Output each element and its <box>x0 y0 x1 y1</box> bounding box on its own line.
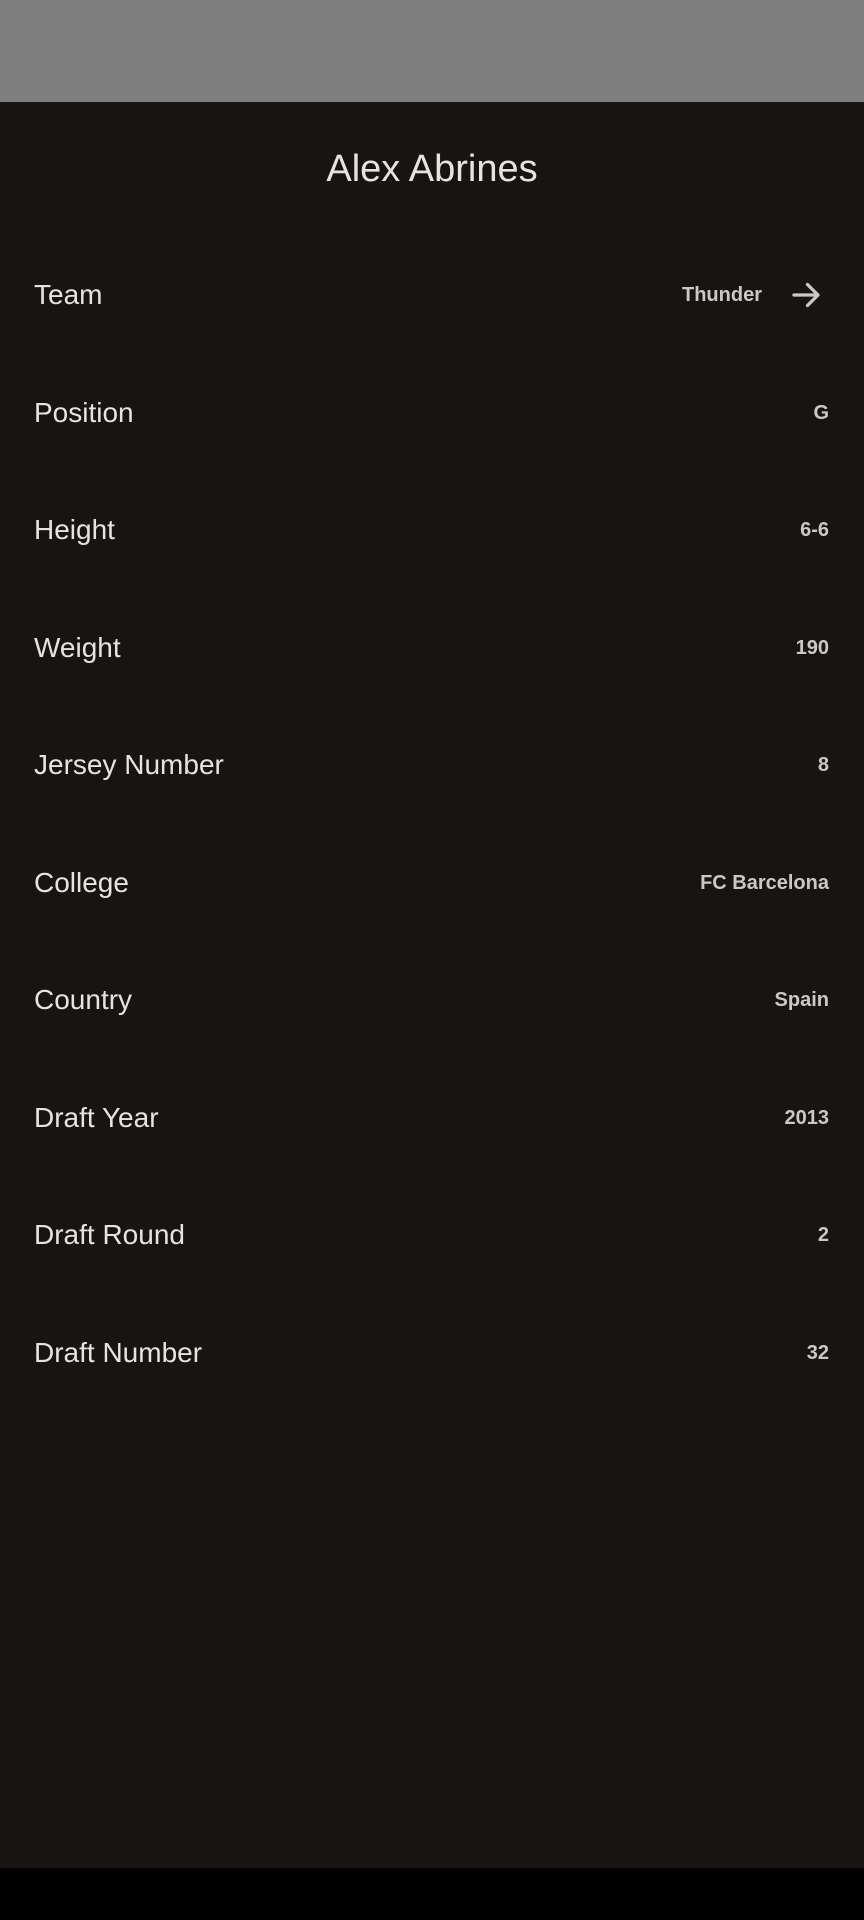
detail-label: Position <box>34 396 134 428</box>
detail-value: G <box>813 401 829 424</box>
player-details-list: Team Thunder Position G Height 6-6 Weigh… <box>0 279 864 1471</box>
navigation-bar <box>0 1868 864 1920</box>
detail-label: College <box>34 866 129 898</box>
detail-label: Jersey Number <box>34 749 224 780</box>
detail-label: Draft Round <box>34 1219 185 1250</box>
detail-label: Country <box>34 984 133 1015</box>
detail-value: 8 <box>817 754 829 776</box>
page-title: Alex Abrines <box>326 148 538 190</box>
detail-row-position: Position G <box>0 397 864 531</box>
detail-row-draft-number: Draft Number 32 <box>0 1337 864 1471</box>
detail-row-height: Height 6-6 <box>0 514 864 648</box>
detail-value: 32 <box>806 1341 829 1364</box>
detail-value: 2 <box>817 1224 829 1246</box>
detail-label: Team <box>34 279 103 310</box>
detail-label: Draft Year <box>34 1101 159 1133</box>
detail-label: Draft Number <box>34 1336 203 1368</box>
arrow-right-icon[interactable] <box>788 277 824 313</box>
detail-value: 190 <box>795 636 829 659</box>
detail-row-jersey-number: Jersey Number 8 <box>0 749 864 883</box>
detail-value: 6-6 <box>800 519 829 541</box>
player-detail-screen: Alex Abrines Team Thunder Position G Hei… <box>0 102 864 1868</box>
detail-value: Thunder <box>682 284 762 306</box>
status-bar <box>0 0 864 102</box>
detail-label: Height <box>34 514 115 545</box>
detail-label: Weight <box>34 631 121 663</box>
detail-value: FC Barcelona <box>700 871 829 894</box>
detail-value: 2013 <box>784 1106 830 1129</box>
detail-value: Spain <box>774 989 829 1011</box>
